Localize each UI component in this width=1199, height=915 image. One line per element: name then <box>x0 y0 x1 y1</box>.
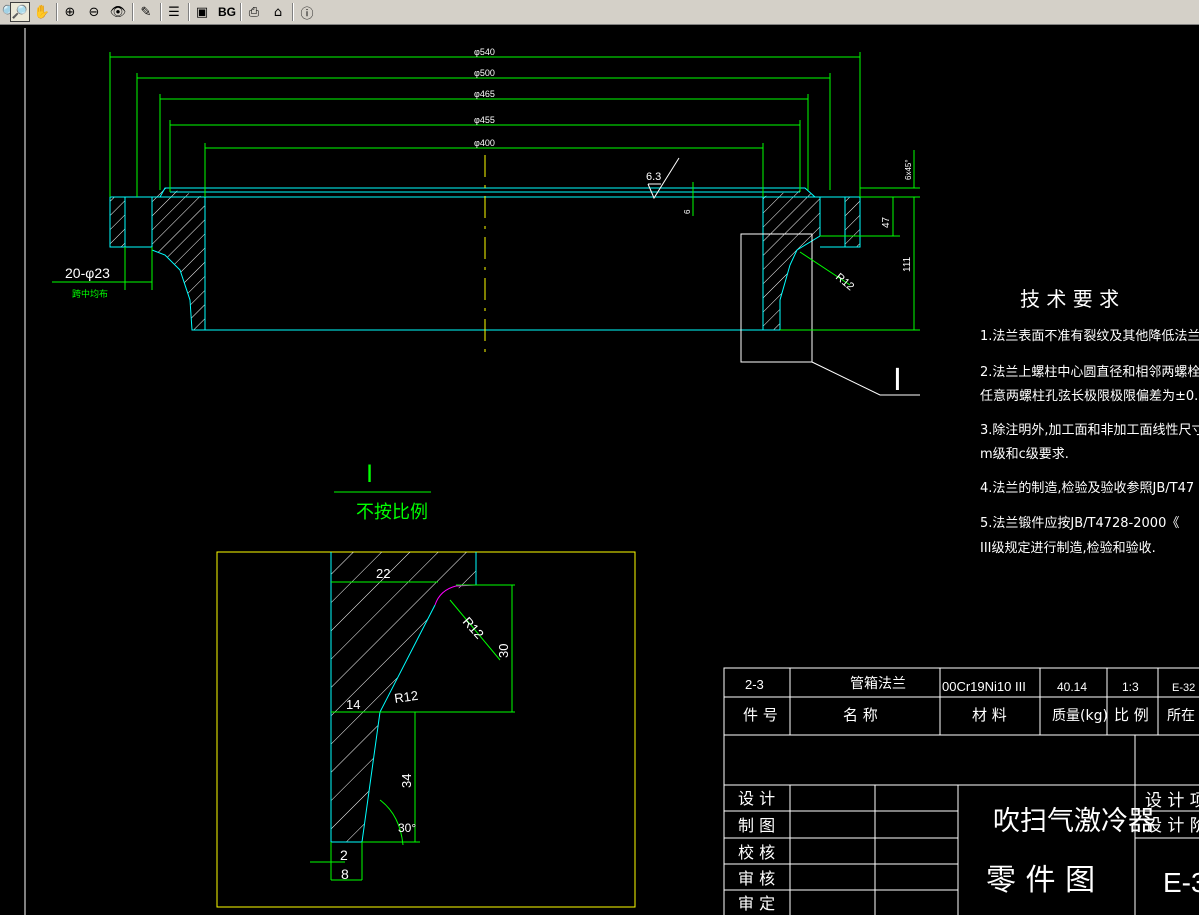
tb-drawing-no: E-3 <box>1163 867 1199 898</box>
svg-text:I: I <box>366 460 373 488</box>
tb-h-mass: 质量(kg) <box>1052 708 1108 724</box>
zoom-out-icon[interactable]: ⊖ <box>84 2 104 22</box>
svg-text:6.3: 6.3 <box>646 171 661 183</box>
zoom-in-icon[interactable]: ⊕ <box>60 2 80 22</box>
tb-h-place: 所在 <box>1167 708 1195 724</box>
tb-h-name: 名 称 <box>843 706 878 724</box>
bolt-hole-right-section <box>844 196 861 248</box>
tb-scale: 1:3 <box>1122 680 1139 694</box>
svg-text:跨中均布: 跨中均布 <box>72 288 108 300</box>
small-dim-6: 6 <box>683 182 694 216</box>
tb-role-approve: 审 定 <box>738 894 775 913</box>
svg-text:14: 14 <box>346 697 360 712</box>
dim-chamfer: 6x45° <box>904 159 913 180</box>
tb-role-check: 校 核 <box>738 843 775 862</box>
home-icon[interactable]: ⌂ <box>268 2 288 22</box>
technical-requirements: 技 术 要 求 1.法兰表面不准有裂纹及其他降低法兰强 2.法兰上螺柱中心圆直径… <box>980 287 1199 556</box>
svg-text:8: 8 <box>341 866 349 882</box>
dim-r12-main: R12 <box>833 271 856 293</box>
tb-h-material: 材 料 <box>972 706 1007 724</box>
tb-material: 00Cr19Ni10 III <box>942 679 1026 694</box>
tb-name: 管箱法兰 <box>850 676 906 692</box>
tech-line-6: 4.法兰的制造,检验及验收参照JB/T47 <box>980 480 1194 496</box>
tb-project: 吹扫气激冷器 <box>993 806 1155 837</box>
tb-code: E-32 <box>1172 682 1195 694</box>
tb-role-review: 审 核 <box>738 869 775 888</box>
zoom-dynamic-icon[interactable]: 🔎 <box>10 2 30 22</box>
svg-text:R12: R12 <box>460 614 487 642</box>
svg-text:30°: 30° <box>398 821 416 835</box>
svg-text:不按比例: 不按比例 <box>356 502 428 523</box>
detail-title: I 不按比例 <box>334 460 431 523</box>
toolbar-separator <box>292 3 294 21</box>
flange-right-hatch <box>760 190 820 330</box>
tech-line-4: 3.除注明外,加工面和非加工面线性尺寸 <box>980 423 1199 438</box>
detail-view: 22 R12 30 14 R12 34 30° 2 8 <box>310 552 515 882</box>
tb-h-scale: 比 例 <box>1114 706 1149 724</box>
svg-text:34: 34 <box>399 774 414 788</box>
layers-icon[interactable]: ☰ <box>164 2 184 22</box>
tb-right1: 设 计 项 <box>1145 791 1199 811</box>
dim-d455: φ455 <box>474 115 495 125</box>
svg-text:2: 2 <box>340 847 348 863</box>
toolbar-separator <box>132 3 134 21</box>
viewer-toolbar: 🔍 🔎 ✋ ⊕ ⊖ 👁 ✎ ☰ ▣ BG ⎙ ⌂ ⓘ <box>0 0 1199 25</box>
tb-part-no: 2-3 <box>745 677 764 692</box>
tech-line-5: m级和c级要求. <box>980 447 1069 462</box>
tb-role-draw: 制 图 <box>738 816 775 835</box>
print-icon[interactable]: ⎙ <box>244 2 264 22</box>
frame-icon[interactable]: ▣ <box>192 2 212 22</box>
toolbar-separator <box>56 3 58 21</box>
dim-47: 47 <box>881 216 892 228</box>
tech-line-3: 任意两螺柱孔弦长极限极限偏差为±0. <box>980 388 1198 404</box>
tech-line-1: 1.法兰表面不准有裂纹及其他降低法兰强 <box>980 329 1199 344</box>
dim-111: 111 <box>902 256 913 272</box>
svg-text:R12: R12 <box>393 688 419 706</box>
cad-drawing-canvas[interactable]: I φ540 φ500 φ465 φ455 φ400 6.3 6 6x45° 4… <box>0 25 1199 915</box>
svg-text:22: 22 <box>376 566 390 581</box>
toolbar-separator <box>240 3 242 21</box>
tech-line-2: 2.法兰上螺柱中心圆直径和相邻两螺栓孔 <box>980 365 1199 380</box>
flange-section-view: I <box>109 155 920 398</box>
tb-right2: 设 计 阶 <box>1145 816 1199 836</box>
measure-icon[interactable]: ✎ <box>136 2 156 22</box>
pan-icon[interactable]: ✋ <box>32 2 52 22</box>
tb-mass: 40.14 <box>1057 680 1087 694</box>
bolt-hole-left-section <box>109 196 126 248</box>
dim-d400: φ400 <box>474 138 495 148</box>
dim-d465: φ465 <box>474 89 495 99</box>
dim-d500: φ500 <box>474 68 495 78</box>
tech-title: 技 术 要 求 <box>1020 287 1119 311</box>
bolt-hole-callout: 20-φ23 跨中均布 <box>52 247 153 300</box>
view-icon[interactable]: 👁 <box>108 2 128 22</box>
flange-left-hatch <box>152 188 205 330</box>
svg-text:20-φ23: 20-φ23 <box>65 265 110 281</box>
toolbar-separator <box>160 3 162 21</box>
tb-role-design: 设 计 <box>738 789 775 808</box>
svg-text:30: 30 <box>496 644 511 658</box>
svg-text:6: 6 <box>683 209 692 214</box>
tech-line-7: 5.法兰锻件应按JB/T4728-2000《 <box>980 515 1179 531</box>
background-toggle-button[interactable]: BG <box>216 2 238 22</box>
tb-drawing-type: 零 件 图 <box>986 863 1095 898</box>
tech-line-8: III级规定进行制造,检验和验收. <box>980 540 1156 556</box>
info-icon[interactable]: ⓘ <box>297 2 317 22</box>
tb-h-part-no: 件 号 <box>743 706 778 724</box>
dim-d540: φ540 <box>474 47 495 57</box>
toolbar-separator <box>188 3 190 21</box>
detail-ref-label: I <box>893 363 902 398</box>
